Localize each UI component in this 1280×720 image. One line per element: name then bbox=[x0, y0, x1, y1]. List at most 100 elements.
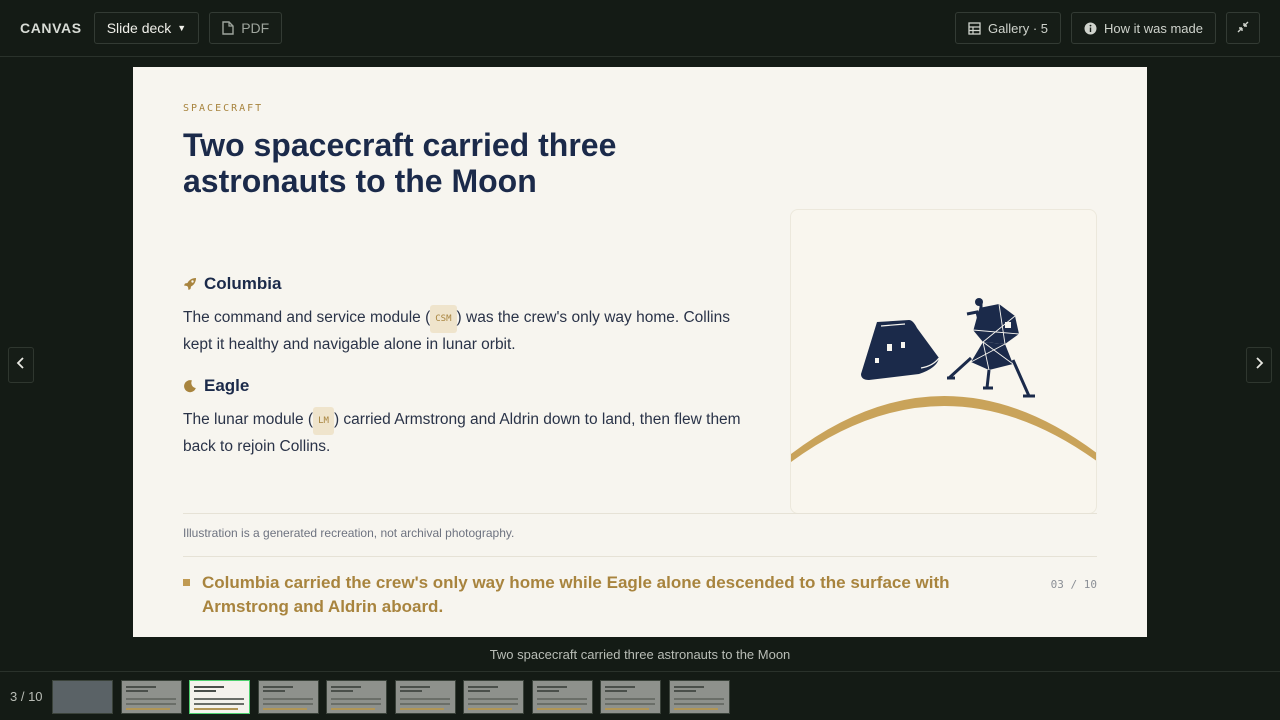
code-chip-lm: LM bbox=[313, 407, 334, 435]
takeaway-text: Columbia carried the crew's only way hom… bbox=[202, 573, 950, 616]
exit-fullscreen-button[interactable] bbox=[1226, 12, 1260, 44]
collapse-icon bbox=[1237, 21, 1249, 36]
section-body: The command and service module (CSM) was… bbox=[183, 305, 763, 357]
thumbnail-line bbox=[468, 708, 512, 710]
thumbnail-line bbox=[536, 708, 581, 710]
thumbnail-line bbox=[194, 686, 224, 688]
thumbnail-line bbox=[125, 708, 170, 710]
how-made-label: How it was made bbox=[1104, 20, 1203, 36]
thumbnail-line bbox=[536, 690, 559, 692]
slide-thumbnail[interactable] bbox=[257, 680, 319, 714]
thumbnail-line bbox=[125, 690, 148, 692]
thumbnail-line bbox=[194, 690, 216, 692]
gallery-label: Gallery · 5 bbox=[988, 20, 1049, 36]
thumbnail-line bbox=[673, 703, 724, 705]
body-text: The lunar module ( bbox=[183, 411, 314, 428]
thumbnail-line bbox=[673, 708, 718, 710]
section-body: The lunar module (LM) carried Armstrong … bbox=[183, 407, 763, 459]
thumbnail-line bbox=[194, 703, 244, 705]
divider bbox=[183, 556, 1097, 557]
thumbnail-line bbox=[331, 708, 375, 710]
thumbnail-line bbox=[605, 703, 655, 705]
view-mode-label: Slide deck bbox=[106, 20, 172, 36]
thumbnail-line bbox=[605, 708, 649, 710]
slide-thumbnail[interactable] bbox=[326, 680, 387, 714]
moon-horizon-arc bbox=[791, 396, 1096, 462]
slide-title: Two spacecraft carried three astronauts … bbox=[183, 127, 617, 199]
slide-caption: Two spacecraft carried three astronauts … bbox=[489, 647, 791, 662]
moon-icon bbox=[183, 379, 197, 393]
thumbnail-line bbox=[331, 686, 361, 688]
thumbnail-line bbox=[125, 703, 176, 705]
section-columbia: Columbia The command and service module … bbox=[183, 274, 763, 357]
thumbnail-line bbox=[262, 690, 285, 692]
thumbnail-line bbox=[399, 690, 422, 692]
thumbnail-line bbox=[536, 703, 587, 705]
info-icon bbox=[1084, 22, 1097, 35]
slide-thumbnail[interactable] bbox=[463, 680, 524, 714]
thumbnail-line bbox=[399, 686, 430, 688]
app-brand: CANVAS bbox=[20, 20, 82, 36]
section-heading: Eagle bbox=[204, 376, 250, 395]
bullet-marker bbox=[183, 579, 190, 586]
slide: SPACECRAFT Two spacecraft carried three … bbox=[133, 67, 1147, 637]
slide-counter: 3 / 10 bbox=[10, 689, 43, 704]
thumbnail-line bbox=[468, 690, 490, 692]
slide-thumbnail[interactable] bbox=[394, 680, 456, 714]
grid-icon bbox=[968, 21, 981, 35]
previous-slide-button[interactable] bbox=[8, 347, 34, 383]
thumbnail-line bbox=[399, 708, 444, 710]
section-heading: Columbia bbox=[204, 274, 282, 293]
slide-thumbnail[interactable] bbox=[668, 680, 730, 714]
slide-eyebrow: SPACECRAFT bbox=[183, 103, 264, 114]
chevron-down-icon: ▼ bbox=[177, 23, 187, 33]
next-slide-button[interactable] bbox=[1246, 347, 1272, 383]
lunar-module-illustration bbox=[947, 298, 1035, 398]
thumbnail-line bbox=[331, 703, 381, 705]
pdf-button[interactable]: PDF bbox=[209, 12, 283, 44]
thumbnail-line bbox=[125, 698, 176, 700]
spacecraft-illustration bbox=[790, 209, 1097, 514]
slide-thumbnail[interactable] bbox=[600, 680, 661, 714]
pdf-label: PDF bbox=[241, 20, 270, 36]
section-eagle: Eagle The lunar module (LM) carried Arms… bbox=[183, 376, 763, 459]
thumbnail-line bbox=[673, 698, 724, 700]
thumbnail-line bbox=[194, 698, 244, 700]
rocket-icon bbox=[183, 277, 197, 291]
gallery-button[interactable]: Gallery · 5 bbox=[955, 12, 1062, 44]
thumbnail-line bbox=[605, 690, 627, 692]
thumbnail-line bbox=[673, 686, 704, 688]
thumbnail-line bbox=[536, 686, 567, 688]
slide-filmstrip: 3 / 10 bbox=[0, 671, 1280, 720]
thumbnail-line bbox=[262, 708, 307, 710]
thumbnail-line bbox=[262, 686, 293, 688]
thumbnail-line bbox=[468, 686, 498, 688]
file-pdf-icon bbox=[222, 21, 234, 35]
thumbnail-line bbox=[331, 690, 353, 692]
key-takeaway: Columbia carried the crew's only way hom… bbox=[183, 571, 983, 619]
code-chip-csm: CSM bbox=[430, 305, 457, 333]
thumbnail-line bbox=[605, 698, 655, 700]
slide-page-number: 03 / 10 bbox=[1050, 578, 1097, 591]
thumbnail-line bbox=[262, 698, 313, 700]
thumbnail-line bbox=[468, 703, 518, 705]
slide-thumbnail[interactable] bbox=[531, 680, 593, 714]
how-it-was-made-button[interactable]: How it was made bbox=[1071, 12, 1216, 44]
thumbnail-line bbox=[468, 698, 518, 700]
view-mode-select[interactable]: Slide deck ▼ bbox=[93, 12, 200, 44]
chevron-left-icon bbox=[16, 356, 26, 375]
thumbnail-line bbox=[536, 698, 587, 700]
slide-thumbnail[interactable] bbox=[189, 680, 250, 714]
thumbnail-line bbox=[399, 703, 450, 705]
illustration-caption: Illustration is a generated recreation, … bbox=[183, 526, 515, 540]
slide-thumbnail[interactable] bbox=[52, 680, 113, 714]
thumbnail-line bbox=[194, 708, 238, 710]
chevron-right-icon bbox=[1254, 356, 1264, 375]
top-bar: CANVAS Slide deck ▼ PDF Gallery · 5 How … bbox=[0, 0, 1280, 57]
slide-thumbnail[interactable] bbox=[120, 680, 182, 714]
thumbnail-line bbox=[605, 686, 635, 688]
thumbnail-line bbox=[331, 698, 381, 700]
thumbnail-line bbox=[125, 686, 156, 688]
thumbnail-line bbox=[262, 703, 313, 705]
command-module-illustration bbox=[861, 320, 940, 380]
